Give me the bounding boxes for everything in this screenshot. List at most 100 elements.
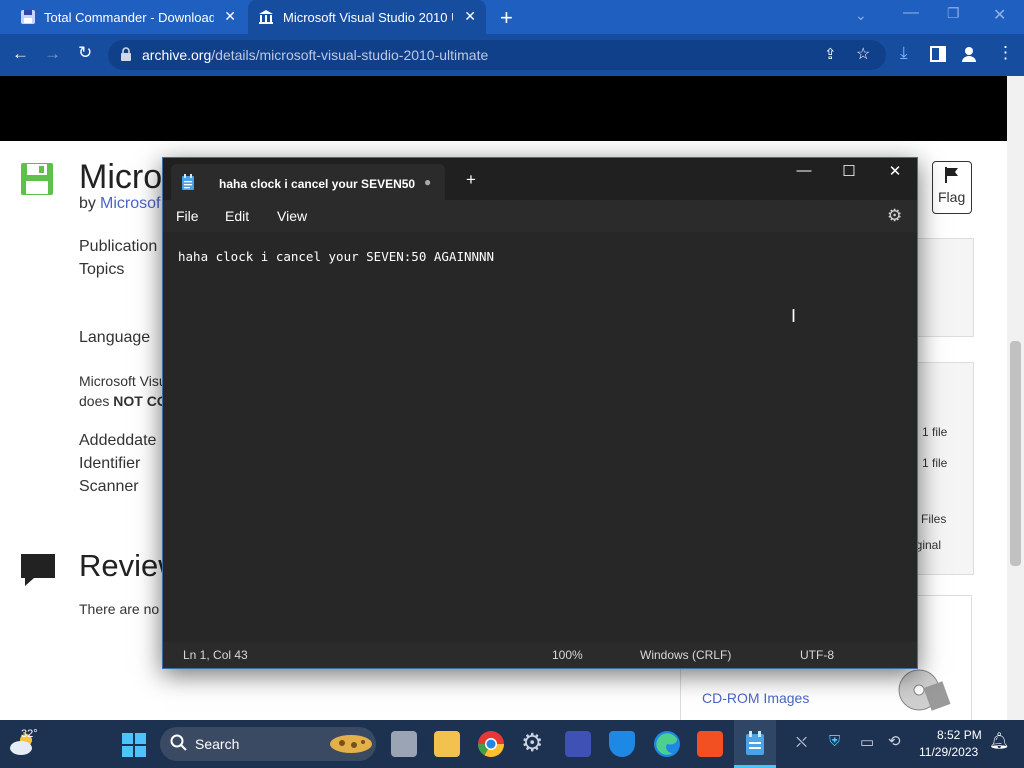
notepad-app-icon	[181, 174, 195, 195]
bookmark-star-icon[interactable]: ☆	[856, 44, 870, 64]
clock-date[interactable]: 11/29/2023	[919, 745, 978, 759]
document-text[interactable]: haha clock i cancel your SEVEN:50 AGAINN…	[178, 249, 494, 264]
new-document-tab-icon[interactable]: +	[466, 170, 476, 190]
tray-defender-icon[interactable]: ⛨	[829, 733, 840, 750]
more-menu-icon[interactable]: ⋮	[997, 43, 1014, 63]
settings-app-icon[interactable]: ⚙	[521, 728, 543, 758]
scrollbar-thumb[interactable]	[1010, 341, 1021, 566]
browser-tab-visual-studio[interactable]: Microsoft Visual Studio 2010 Ult ✕	[248, 0, 486, 34]
flag-icon	[944, 166, 960, 189]
menu-file[interactable]: File	[176, 208, 199, 224]
menu-view[interactable]: View	[277, 208, 307, 224]
side-panel-icon[interactable]	[930, 46, 946, 67]
close-tab-icon[interactable]: ✕	[464, 8, 476, 25]
flag-label: Flag	[938, 189, 966, 205]
notepad-status-bar: Ln 1, Col 43 100% Windows (CRLF) UTF-8	[163, 642, 917, 668]
share-icon[interactable]: ⇪	[824, 45, 837, 63]
by-label: by	[79, 195, 96, 212]
archive-building-icon	[258, 9, 274, 28]
meta-label-topics: Topics	[79, 261, 125, 278]
right-panel-box-2: 1 file 1 file Files iginal	[912, 362, 974, 575]
encoding: UTF-8	[800, 648, 834, 662]
close-window-icon[interactable]: ✕	[993, 5, 1006, 25]
notepad-menu-bar: File Edit View ⚙	[163, 200, 917, 232]
line-ending: Windows (CRLF)	[640, 648, 732, 662]
notepad-close-icon[interactable]: ✕	[880, 162, 910, 180]
notepad-taskbar-icon	[745, 731, 765, 760]
notepad-title-bar: haha clock i cancel your SEVEN50 A ● + —…	[163, 158, 917, 200]
notepad-maximize-icon[interactable]: ☐	[834, 162, 864, 180]
close-tab-icon[interactable]: ✕	[224, 8, 236, 25]
search-label: Search	[195, 736, 240, 752]
settings-gear-icon[interactable]: ⚙	[887, 206, 902, 226]
notepad-taskbar-button[interactable]	[734, 720, 776, 768]
description-line-1: Microsoft Visu	[79, 373, 167, 389]
forward-arrow-icon[interactable]: →	[44, 44, 61, 64]
minimize-window-icon[interactable]: —	[903, 4, 919, 22]
start-windows-icon[interactable]	[122, 733, 146, 762]
reviews-speech-bubble-icon	[20, 553, 56, 592]
url-host: archive.org	[142, 47, 212, 63]
notepad-window: haha clock i cancel your SEVEN50 A ● + —…	[162, 157, 918, 669]
browser-tab-strip: Total Commander - Download ✕ Microsoft V…	[0, 0, 1024, 34]
archive-header-band	[0, 76, 1007, 141]
cdrom-images-link[interactable]: CD-ROM Images	[702, 690, 809, 706]
lock-icon	[120, 47, 132, 64]
url-path: /details/microsoft-visual-studio-2010-ul…	[211, 47, 489, 63]
chrome-icon[interactable]	[477, 730, 505, 763]
file-count: 1 file	[922, 425, 948, 439]
cursor-position: Ln 1, Col 43	[183, 648, 248, 662]
taskbar-search-box[interactable]: Search	[160, 727, 376, 761]
security-shield-icon[interactable]	[609, 731, 635, 757]
store-app-icon[interactable]	[697, 731, 723, 757]
back-arrow-icon[interactable]: ←	[12, 44, 29, 64]
windows-taskbar: 32° Search ⚙ ⛌ ⛨ ▭ ⟲ 8:52 PM 11/29/2023 …	[0, 720, 1024, 768]
floppy-app-icon[interactable]	[565, 731, 591, 757]
cdrom-collection-icon	[893, 666, 953, 719]
file-explorer-icon[interactable]	[434, 731, 460, 757]
page-scrollbar[interactable]	[1007, 76, 1024, 720]
tray-network-off-icon[interactable]: ⛌	[796, 734, 807, 751]
document-tab-title: haha clock i cancel your SEVEN50 A	[219, 177, 415, 191]
tab-search-chevron-icon[interactable]: ⌄	[855, 7, 867, 24]
tab-title: Microsoft Visual Studio 2010 Ult	[283, 10, 453, 25]
description-line-2: does NOT CO	[79, 393, 168, 409]
profile-icon[interactable]	[961, 46, 977, 67]
file-count: 1 file	[922, 456, 948, 470]
notepad-minimize-icon[interactable]: —	[789, 162, 819, 179]
meta-label-scanner: Scanner	[79, 478, 139, 495]
reviews-empty-text: There are no	[79, 601, 160, 617]
author-link[interactable]: Microsof	[100, 195, 160, 213]
address-bar[interactable]: archive.org/details/microsoft-visual-stu…	[108, 40, 886, 70]
unsaved-dot-icon[interactable]: ●	[424, 175, 431, 189]
meta-label-identifier: Identifier	[79, 455, 141, 472]
tab-title: Total Commander - Download	[44, 10, 214, 25]
meta-label-addeddate: Addeddate	[79, 432, 157, 449]
text-cursor-ibeam-icon: I	[791, 306, 797, 326]
reload-icon[interactable]: ↻	[78, 43, 92, 63]
meta-label-language: Language	[79, 329, 151, 346]
clock-time[interactable]: 8:52 PM	[937, 728, 982, 742]
floppy-icon	[20, 9, 36, 28]
search-magnifier-icon	[170, 734, 188, 755]
tray-display-icon[interactable]: ▭	[860, 733, 874, 751]
tray-sync-icon[interactable]: ⟲	[888, 732, 901, 750]
weather-temperature: 32°	[21, 728, 38, 740]
software-floppy-icon	[20, 162, 54, 201]
browser-tab-total-commander[interactable]: Total Commander - Download ✕	[0, 0, 246, 34]
browser-toolbar: ← → ↻ archive.org/details/microsoft-visu…	[0, 34, 1024, 76]
search-highlight-art-icon	[328, 732, 374, 759]
right-panel-box-1	[912, 238, 974, 337]
extension-download-icon[interactable]: ⤓	[900, 43, 908, 63]
meta-label-publication: Publication	[79, 238, 158, 255]
notepad-document-tab[interactable]: haha clock i cancel your SEVEN50 A ●	[171, 164, 445, 200]
menu-edit[interactable]: Edit	[225, 208, 249, 224]
edge-browser-icon[interactable]	[653, 730, 681, 763]
new-tab-icon[interactable]: +	[500, 5, 513, 31]
task-view-icon[interactable]	[391, 731, 417, 757]
notification-bell-icon[interactable]: 🔔︎	[989, 731, 1009, 751]
restore-window-icon[interactable]: ❐	[947, 5, 960, 22]
notepad-text-area[interactable]: haha clock i cancel your SEVEN:50 AGAINN…	[163, 232, 917, 642]
flag-button[interactable]: Flag	[932, 161, 972, 214]
zoom-level: 100%	[552, 648, 583, 662]
